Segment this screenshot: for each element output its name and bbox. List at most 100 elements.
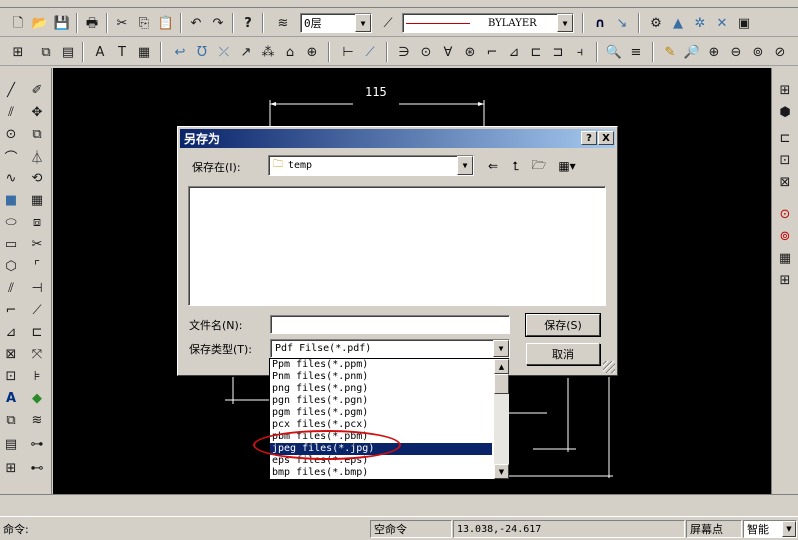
properties-icon[interactable]: ⚙ [646, 13, 666, 33]
explode-side-icon[interactable]: ⤧ [27, 344, 47, 364]
block-insert-icon[interactable]: ⧉ [1, 410, 21, 430]
stretch-icon[interactable]: ⟋ [27, 300, 47, 320]
scroll-thumb[interactable] [494, 374, 509, 394]
image-icon[interactable]: ▣ [734, 13, 754, 33]
close-button[interactable]: X [598, 131, 614, 145]
screen-point-toggle[interactable]: 屏幕点 [686, 520, 742, 538]
layer-tool-icon[interactable]: ◆ [27, 388, 47, 408]
revcloud-icon[interactable]: ⌐ [1, 300, 21, 320]
ellipse-icon[interactable]: ⬭ [1, 212, 21, 232]
move-icon[interactable]: ✥ [27, 102, 47, 122]
linetype-combo[interactable]: BYLAYER ▼ [402, 13, 574, 33]
zoom-in-icon[interactable]: ⊕ [704, 42, 724, 62]
pointer-icon[interactable]: ↗ [236, 42, 256, 62]
arc-icon[interactable]: ⌒ [1, 146, 21, 166]
zoom-all-icon[interactable]: ⊚ [748, 42, 768, 62]
scatter-icon[interactable]: ⁂ [258, 42, 278, 62]
snap-settings-icon[interactable]: ⊞ [8, 42, 28, 62]
zoom-realtime-icon[interactable]: 🔍 [604, 42, 624, 62]
3d-box-icon[interactable]: ⬢ [775, 102, 795, 122]
divide-icon[interactable]: ⊷ [27, 458, 47, 478]
paste-icon[interactable]: 📋 [156, 13, 176, 33]
chevron-down-icon[interactable]: ▼ [493, 340, 509, 357]
trim-icon[interactable]: ✂ [27, 234, 47, 254]
layout-icon[interactable]: ⊞ [775, 80, 795, 100]
dropdown-scrollbar[interactable]: ▲ ▼ [494, 359, 509, 479]
text-style-icon[interactable]: A [90, 42, 110, 62]
filetype-option[interactable]: png files(*.png) [270, 383, 492, 395]
line-icon[interactable]: ╱ [1, 80, 21, 100]
layer-combo[interactable]: 0层 ▼ [300, 13, 372, 33]
dim-baseline-icon[interactable]: ⊏ [526, 42, 546, 62]
wipeout-icon[interactable]: ⊿ [1, 322, 21, 342]
lengthen-icon[interactable]: ⊧ [27, 366, 47, 386]
offset-icon[interactable]: ↩ [170, 42, 190, 62]
chevron-down-icon[interactable]: ▼ [557, 14, 573, 32]
filetype-option[interactable]: pgm files(*.pgm) [270, 407, 492, 419]
save-icon[interactable]: 💾 [52, 13, 72, 33]
xref-icon[interactable]: ⊠ [775, 172, 795, 192]
attribute-icon[interactable]: ⊡ [775, 150, 795, 170]
filename-input[interactable] [270, 315, 510, 334]
dim-aligned-icon[interactable]: ⟋ [360, 42, 380, 62]
cancel-button[interactable]: 取消 [526, 343, 600, 365]
zoom-window-icon[interactable]: 🔎 [682, 42, 702, 62]
block-icon[interactable]: ⊕ [302, 42, 322, 62]
dialog-titlebar[interactable]: 另存为 ? X [180, 129, 615, 148]
dim-ordinate-icon[interactable]: ⊿ [504, 42, 524, 62]
rectangle-icon[interactable]: ▭ [1, 234, 21, 254]
file-list[interactable] [188, 186, 606, 306]
dim-radius-icon[interactable]: ⊙ [416, 42, 436, 62]
view-menu-icon[interactable]: ▦▾ [554, 157, 580, 175]
scroll-down-icon[interactable]: ▼ [494, 464, 509, 479]
hatch-icon[interactable]: ⌂ [280, 42, 300, 62]
save-in-combo[interactable]: 🗀 temp ▼ [268, 155, 474, 176]
filetype-option[interactable]: Ppm files(*.ppm) [270, 359, 492, 371]
frame-icon[interactable]: ▤ [58, 42, 78, 62]
redo-icon[interactable]: ↷ [208, 13, 228, 33]
fillet-side-icon[interactable]: ⌜ [27, 256, 47, 276]
array-icon[interactable]: ▦ [27, 190, 47, 210]
circle-icon[interactable]: ⊙ [1, 124, 21, 144]
text-icon[interactable]: A [1, 388, 21, 408]
polygon-icon[interactable]: ⬡ [1, 256, 21, 276]
polyline-icon[interactable]: ⫽ [1, 278, 21, 298]
region-icon[interactable]: ⊡ [1, 366, 21, 386]
filetype-select[interactable]: Pdf Filse(*.pdf) ▼ [270, 339, 510, 358]
grid-icon[interactable]: ▦ [775, 248, 795, 268]
print-icon[interactable]: 🖶 [82, 13, 102, 33]
save-button[interactable]: 保存(S) [525, 313, 601, 337]
filetype-option[interactable]: bmp files(*.bmp) [270, 467, 492, 479]
snap-icon[interactable]: ↘ [612, 13, 632, 33]
dim-tolerance-icon[interactable]: ∀ [438, 42, 458, 62]
dim-continue-icon[interactable]: ⊐ [548, 42, 568, 62]
palette-icon[interactable]: ⊞ [775, 270, 795, 290]
pan-icon[interactable]: ≡ [626, 42, 646, 62]
scroll-up-icon[interactable]: ▲ [494, 359, 509, 374]
rotate-icon[interactable]: ⟲ [27, 168, 47, 188]
dim-leader-icon[interactable]: ⌐ [482, 42, 502, 62]
layer-manager-icon[interactable]: ≋ [273, 13, 293, 33]
measure-icon[interactable]: ⊞ [1, 458, 21, 478]
block-editor-icon[interactable]: ⊏ [775, 128, 795, 148]
align-icon[interactable]: ≋ [27, 410, 47, 430]
edit-icon[interactable]: ⊚ [775, 226, 795, 246]
back-icon[interactable]: ⇐ [484, 157, 502, 175]
mtext-icon[interactable]: ⊙ [775, 204, 795, 224]
zoom-extents-icon[interactable]: ⊘ [770, 42, 790, 62]
scale-icon[interactable]: ⧈ [27, 212, 47, 232]
erase-icon[interactable]: ✐ [27, 80, 47, 100]
mirror-icon[interactable]: ⏃ [27, 146, 47, 166]
chevron-down-icon[interactable]: ▼ [457, 156, 473, 175]
extend-icon[interactable]: ⊣ [27, 278, 47, 298]
pencil-icon[interactable]: ✎ [660, 42, 680, 62]
join-icon[interactable]: ⊶ [27, 434, 47, 454]
ortho-icon[interactable]: ∩ [590, 13, 610, 33]
open-file-icon[interactable]: 📂 [30, 13, 50, 33]
undo-icon[interactable]: ↶ [186, 13, 206, 33]
dim-angle-icon[interactable]: ∋ [394, 42, 414, 62]
dim-center-icon[interactable]: ⊛ [460, 42, 480, 62]
filetype-option[interactable]: Pnm files(*.pnm) [270, 371, 492, 383]
hatch-side-icon[interactable]: ⊠ [1, 344, 21, 364]
spline-icon[interactable]: ∿ [1, 168, 21, 188]
